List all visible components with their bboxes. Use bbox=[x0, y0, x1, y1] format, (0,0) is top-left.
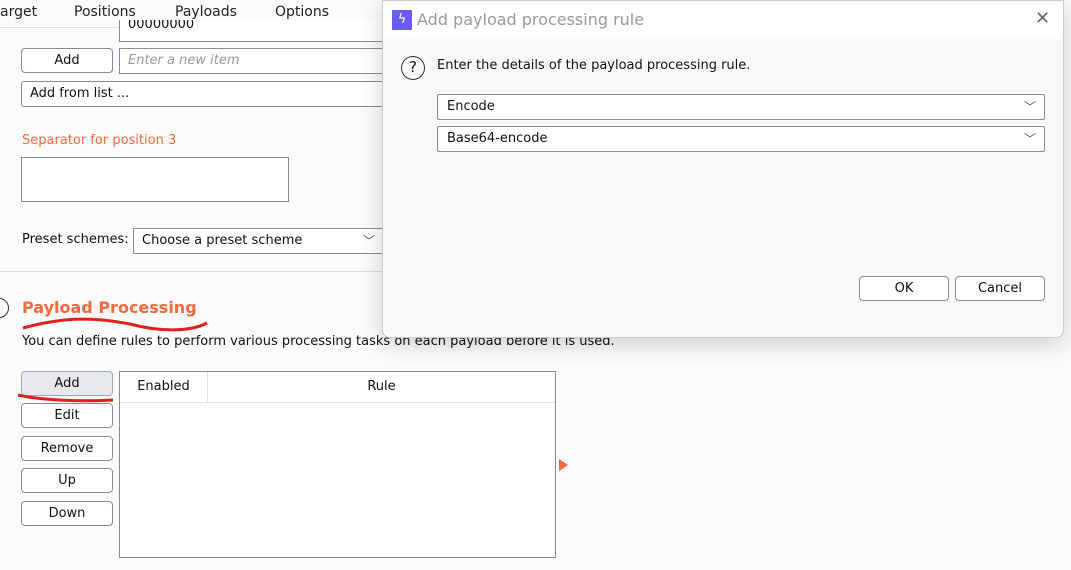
add-rule-dialog: ϟ Add payload processing rule ✕ ? Enter … bbox=[382, 0, 1064, 338]
annotation-underline-title bbox=[22, 317, 208, 332]
selected-type: Encode bbox=[447, 99, 495, 114]
close-icon[interactable]: ✕ bbox=[1035, 8, 1050, 29]
annotation-underline-add bbox=[17, 393, 114, 403]
selected-encoding: Base64-encode bbox=[447, 131, 548, 146]
dialog-prompt: Enter the details of the payload process… bbox=[437, 58, 751, 73]
question-icon: ? bbox=[401, 56, 425, 80]
chevron-down-icon: ﹀ bbox=[1023, 132, 1036, 146]
cancel-button[interactable]: Cancel bbox=[955, 276, 1045, 301]
dialog-title: Add payload processing rule bbox=[417, 10, 645, 29]
encoding-select[interactable]: Base64-encode ﹀ bbox=[437, 126, 1045, 152]
ok-button[interactable]: OK bbox=[859, 276, 949, 301]
app-icon: ϟ bbox=[392, 10, 412, 30]
chevron-down-icon: ﹀ bbox=[1023, 100, 1036, 114]
processing-type-select[interactable]: Encode ﹀ bbox=[437, 94, 1045, 120]
dialog-titlebar: ϟ Add payload processing rule ✕ bbox=[383, 1, 1063, 37]
